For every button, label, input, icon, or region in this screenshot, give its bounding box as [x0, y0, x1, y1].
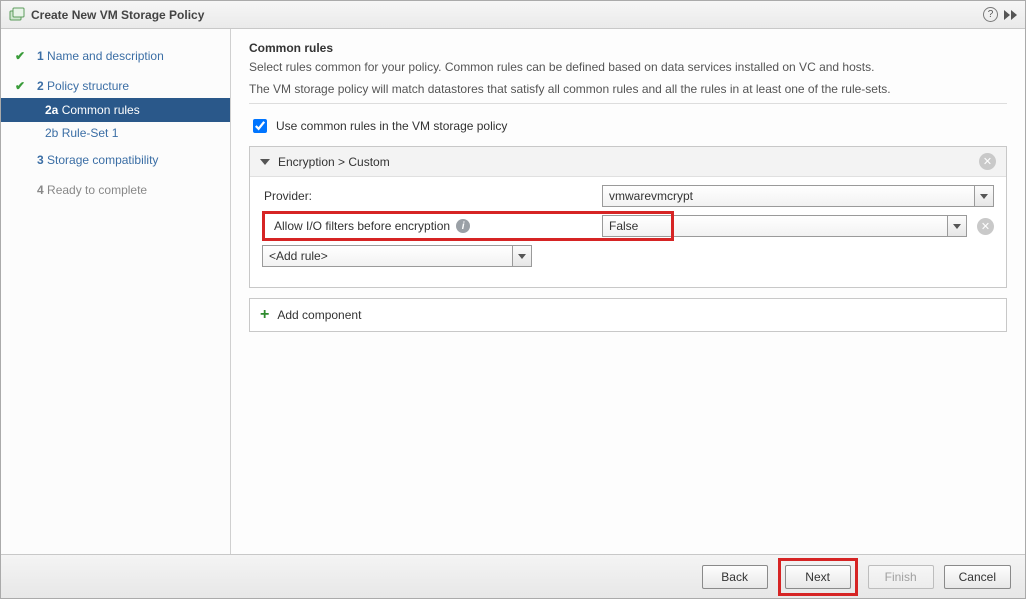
provider-label: Provider:: [262, 189, 602, 203]
rule-allow-io-filters-row: Allow I/O filters before encryption i Fa…: [262, 215, 994, 237]
use-common-rules-checkbox[interactable]: [253, 119, 267, 133]
plus-icon: +: [260, 307, 269, 323]
caret-down-icon: [518, 254, 526, 259]
nav-step-name-description[interactable]: ✔ 1 Name and description: [1, 45, 230, 67]
rule-allow-io-filters-value: False: [602, 215, 947, 237]
component-title: Encryption > Custom: [278, 155, 390, 169]
help-icon[interactable]: ?: [983, 7, 998, 22]
add-component-button[interactable]: + Add component: [249, 298, 1007, 332]
divider: [249, 103, 1007, 104]
add-rule-dropdown-button[interactable]: [512, 245, 532, 267]
add-rule-select[interactable]: <Add rule>: [262, 245, 532, 267]
wizard-footer: Back Next Finish Cancel: [1, 554, 1025, 598]
caret-down-icon: [980, 194, 988, 199]
provider-select[interactable]: vmwarevmcrypt: [602, 185, 994, 207]
provider-select-dropdown-button[interactable]: [974, 185, 994, 207]
page-description-2: The VM storage policy will match datasto…: [249, 81, 1007, 97]
content-pane: Common rules Select rules common for you…: [231, 29, 1025, 554]
provider-row: Provider: vmwarevmcrypt: [262, 185, 994, 207]
component-remove-button[interactable]: ✕: [979, 153, 996, 170]
add-rule-row: <Add rule>: [262, 245, 994, 267]
component-header[interactable]: Encryption > Custom ✕: [250, 147, 1006, 177]
finish-button: Finish: [868, 565, 934, 589]
dialog: Create New VM Storage Policy ? ✔ 1 Name …: [0, 0, 1026, 599]
back-button[interactable]: Back: [702, 565, 768, 589]
checkmark-icon: ✔: [15, 79, 29, 93]
caret-down-icon: [953, 224, 961, 229]
next-button[interactable]: Next: [785, 565, 851, 589]
chevron-down-icon: [260, 159, 270, 165]
titlebar: Create New VM Storage Policy ?: [1, 1, 1025, 29]
dialog-title: Create New VM Storage Policy: [31, 8, 204, 22]
nav-step-policy-structure[interactable]: ✔ 2 Policy structure: [1, 75, 230, 97]
nav-substep-common-rules[interactable]: 2a Common rules: [1, 98, 230, 122]
add-rule-value: <Add rule>: [262, 245, 512, 267]
page-heading: Common rules: [249, 41, 1007, 55]
nav-step-ready-to-complete: 4 Ready to complete: [1, 179, 230, 201]
expand-icon[interactable]: [1004, 10, 1017, 20]
provider-select-value: vmwarevmcrypt: [602, 185, 974, 207]
add-component-label: Add component: [277, 308, 361, 322]
info-icon[interactable]: i: [456, 219, 470, 233]
rule-allow-io-filters-select[interactable]: False: [602, 215, 967, 237]
nav-step-storage-compatibility[interactable]: 3 Storage compatibility: [1, 149, 230, 171]
page-description-1: Select rules common for your policy. Com…: [249, 59, 1007, 75]
use-common-rules-label: Use common rules in the VM storage polic…: [276, 119, 507, 133]
cancel-button[interactable]: Cancel: [944, 565, 1011, 589]
wizard-nav: ✔ 1 Name and description ✔ 2 Policy stru…: [1, 29, 231, 554]
use-common-rules-checkbox-row[interactable]: Use common rules in the VM storage polic…: [249, 116, 1007, 136]
nav-substep-rule-set-1[interactable]: 2b Rule-Set 1: [1, 123, 230, 143]
rule-allow-io-filters-label: Allow I/O filters before encryption: [274, 219, 450, 233]
rule-remove-button[interactable]: ✕: [977, 218, 994, 235]
vm-storage-policy-icon: [9, 7, 25, 23]
rule-allow-io-filters-dropdown-button[interactable]: [947, 215, 967, 237]
encryption-component: Encryption > Custom ✕ Provider: vmwarevm…: [249, 146, 1007, 288]
highlight-next-button: Next: [778, 558, 858, 596]
checkmark-icon: ✔: [15, 49, 29, 63]
